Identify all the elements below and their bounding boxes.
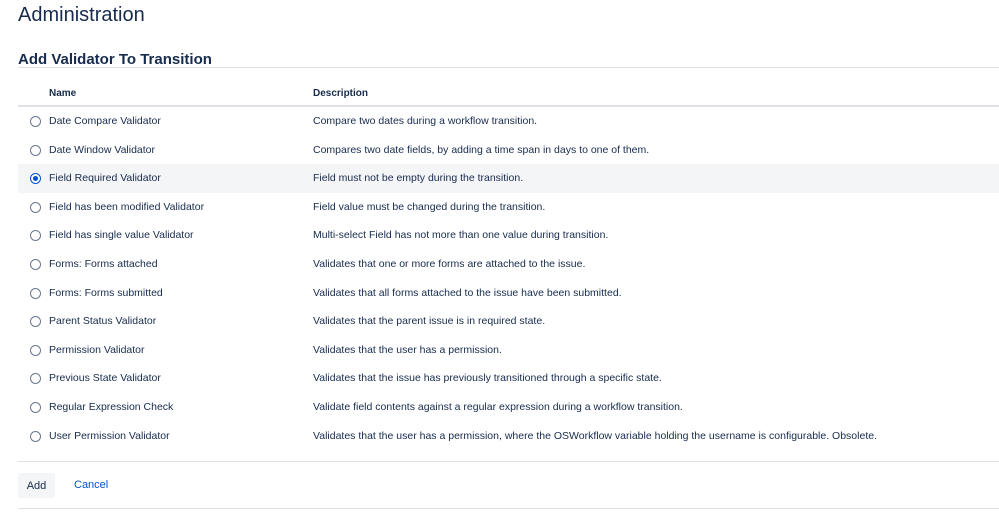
actions-divider-top <box>18 461 999 462</box>
radio-button[interactable] <box>30 201 41 213</box>
validator-description: Validates that one or more forms are att… <box>313 257 586 270</box>
table-header: Name Description <box>18 80 999 107</box>
validator-description: Multi-select Field has not more than one… <box>313 229 609 242</box>
radio-button[interactable] <box>30 144 41 156</box>
table-row[interactable]: Regular Expression Check Validate field … <box>18 393 999 422</box>
validator-name: Parent Status Validator <box>49 315 157 328</box>
validator-name: Date Compare Validator <box>49 115 161 127</box>
table-row[interactable]: Parent Status Validator Validates that t… <box>18 307 999 336</box>
validator-name: Previous State Validator <box>49 372 161 385</box>
validator-name: Regular Expression Check <box>49 400 174 413</box>
table-row[interactable]: Field Required Validator Field must not … <box>18 164 999 193</box>
radio-button[interactable] <box>30 344 41 356</box>
cancel-link[interactable]: Cancel <box>74 479 108 491</box>
validator-name: Date Window Validator <box>49 143 156 156</box>
table-row[interactable]: Date Compare Validator Compare two dates… <box>18 107 999 136</box>
radio-button[interactable] <box>30 258 41 270</box>
radio-button[interactable] <box>30 173 41 185</box>
table-row[interactable]: Forms: Forms submitted Validates that al… <box>18 279 999 308</box>
validator-description: Validates that the user has a permission… <box>313 343 502 356</box>
validator-description: Validate field contents against a regula… <box>313 400 683 413</box>
validator-name: Field has been modified Validator <box>49 200 205 213</box>
table-row[interactable]: Previous State Validator Validates that … <box>18 364 999 393</box>
radio-button[interactable] <box>30 230 41 242</box>
table-row[interactable]: User Permission Validator Validates that… <box>18 422 999 451</box>
radio-button[interactable] <box>30 430 41 442</box>
validator-table: Name Description Date Compare Validator … <box>18 80 999 450</box>
table-row[interactable]: Date Window Validator Compares two date … <box>18 136 999 165</box>
validator-name: Field Required Validator <box>49 172 161 185</box>
radio-button[interactable] <box>30 373 41 385</box>
validator-name: Permission Validator <box>49 343 145 356</box>
column-header-name: Name <box>49 88 77 99</box>
radio-button[interactable] <box>30 287 41 299</box>
table-row[interactable]: Forms: Forms attached Validates that one… <box>18 250 999 279</box>
validator-name: User Permission Validator <box>49 429 170 442</box>
validator-description: Validates that the issue has previously … <box>313 372 662 385</box>
validator-description: Field value must be changed during the t… <box>313 200 546 213</box>
table-row[interactable]: Field has been modified Validator Field … <box>18 193 999 222</box>
validator-name: Field has single value Validator <box>49 229 194 242</box>
radio-button[interactable] <box>30 116 41 127</box>
validator-description: Validates that the parent issue is in re… <box>313 315 546 328</box>
table-row[interactable]: Field has single value Validator Multi-s… <box>18 221 999 250</box>
validator-description: Compare two dates during a workflow tran… <box>313 115 538 127</box>
radio-button[interactable] <box>30 401 41 413</box>
section-divider <box>18 67 999 68</box>
column-header-description: Description <box>313 88 369 99</box>
validator-description: Field must not be empty during the trans… <box>313 172 524 185</box>
validator-description: Validates that all forms attached to the… <box>313 286 622 299</box>
radio-button[interactable] <box>30 316 41 328</box>
actions-divider-bottom <box>18 508 999 509</box>
validator-name: Forms: Forms submitted <box>49 286 163 299</box>
validator-description: Compares two date fields, by adding a ti… <box>313 143 650 156</box>
validator-description: Validates that the user has a permission… <box>313 429 877 442</box>
add-button[interactable]: Add <box>18 473 55 498</box>
page-title: Administration <box>18 4 145 26</box>
validator-name: Forms: Forms attached <box>49 257 158 270</box>
table-row[interactable]: Permission Validator Validates that the … <box>18 336 999 365</box>
